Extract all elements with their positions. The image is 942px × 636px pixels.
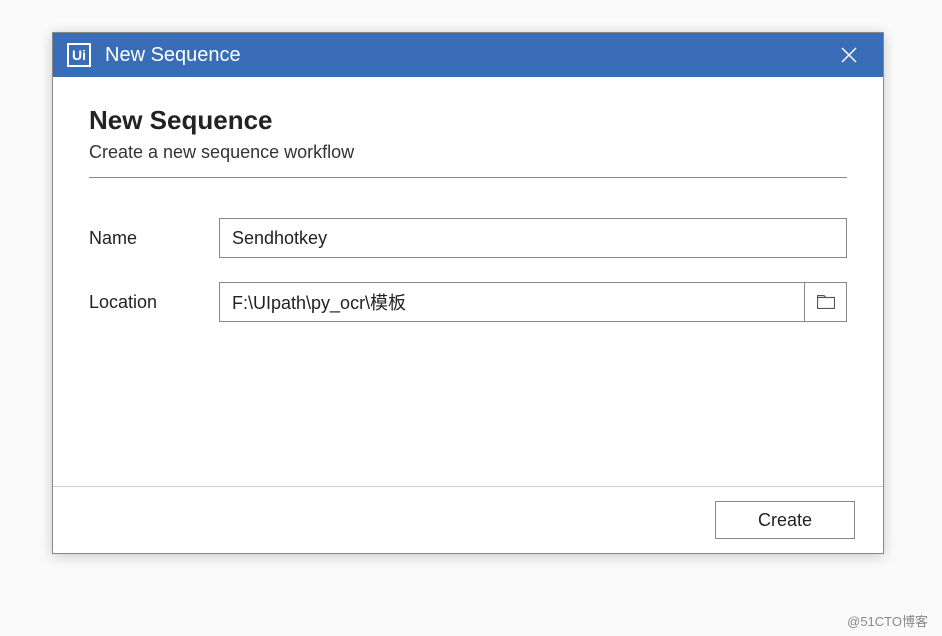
- location-label: Location: [89, 292, 219, 313]
- uipath-logo-icon: Ui: [67, 43, 91, 67]
- location-input[interactable]: [219, 282, 805, 322]
- page-subtitle: Create a new sequence workflow: [89, 142, 847, 163]
- watermark: @51CTO博客: [847, 611, 928, 630]
- header-divider: [89, 177, 847, 178]
- dialog-title: New Sequence: [105, 44, 829, 67]
- browse-folder-button[interactable]: [805, 282, 847, 322]
- name-row: Name: [89, 218, 847, 258]
- dialog-footer: Create: [53, 486, 883, 553]
- folder-icon: [817, 295, 835, 309]
- dialog-titlebar[interactable]: Ui New Sequence: [53, 33, 883, 77]
- logo-text: Ui: [72, 47, 86, 63]
- create-button[interactable]: Create: [715, 501, 855, 539]
- dialog-body: New Sequence Create a new sequence workf…: [53, 77, 883, 486]
- name-input[interactable]: [219, 218, 847, 258]
- page-title: New Sequence: [89, 105, 847, 136]
- name-label: Name: [89, 228, 219, 249]
- location-row: Location: [89, 282, 847, 322]
- body-spacer: [89, 346, 847, 466]
- close-icon: [841, 47, 857, 63]
- new-sequence-dialog: Ui New Sequence New Sequence Create a ne…: [52, 32, 884, 554]
- close-button[interactable]: [829, 35, 869, 75]
